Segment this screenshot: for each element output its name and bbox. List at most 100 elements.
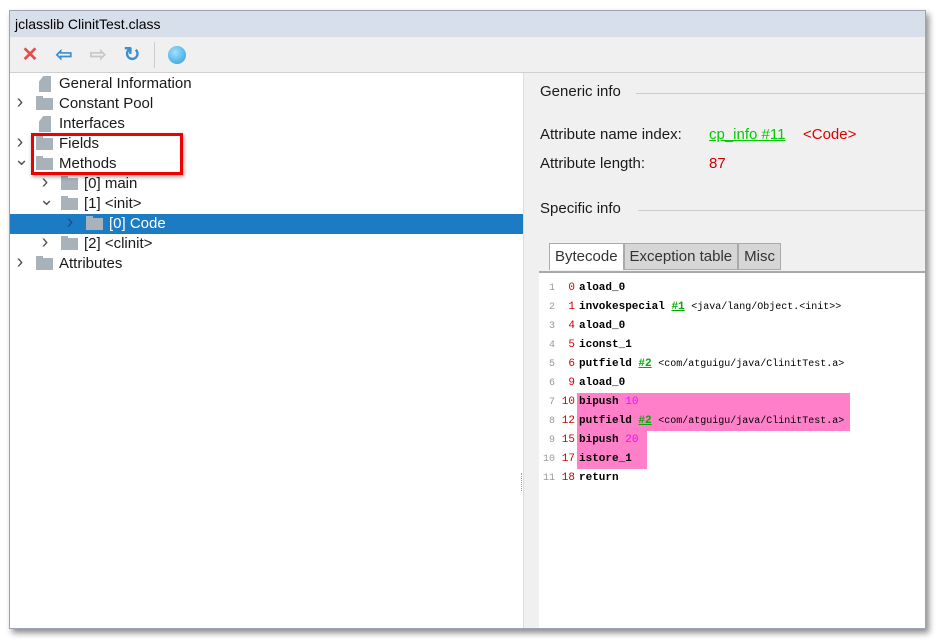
chevron-down-icon[interactable]: ⌄ (39, 189, 54, 209)
length-label: Attribute length: (540, 155, 646, 172)
instruction: iconst_1 (579, 339, 632, 351)
chevron-right-icon[interactable]: › (14, 92, 26, 112)
folder-icon (61, 176, 78, 190)
file-icon (39, 116, 51, 132)
name-index-value: <Code> (803, 126, 857, 143)
ref-comment: <com/atguigu/java/ClinitTest.a> (658, 416, 845, 427)
offset: 0 (568, 282, 575, 294)
line-number: 3 (548, 321, 555, 332)
instruction-group: aload_0 (579, 317, 625, 336)
instruction: aload_0 (579, 320, 626, 332)
instruction-group: aload_0 (579, 279, 625, 298)
instruction: return (579, 472, 619, 484)
tree-item[interactable]: › [0] main (10, 172, 523, 194)
chevron-right-icon[interactable]: › (39, 232, 51, 252)
operand: 20 (625, 434, 639, 446)
tree-item-label: [0] main (84, 175, 138, 192)
tree-item-label: Attributes (59, 255, 123, 272)
offset: 5 (568, 339, 575, 351)
ref-link[interactable]: #1 (671, 301, 684, 313)
instruction-group: bipush 20 (579, 431, 638, 450)
forward-icon[interactable]: ⇨ (86, 43, 110, 67)
tab-bar: Bytecode Exception table Misc (549, 243, 781, 270)
web-icon[interactable] (165, 43, 189, 67)
detail-pane: Generic info Attribute name index: cp_in… (521, 73, 925, 628)
tab-misc[interactable]: Misc (738, 243, 781, 270)
tree-item[interactable]: Interfaces (10, 114, 523, 134)
generic-info-title: Generic info (540, 83, 621, 100)
file-icon (39, 76, 51, 92)
bytecode-line: 7 10 bipush 10 (539, 393, 919, 412)
bytecode-line: 1 0 aload_0 (539, 279, 919, 298)
chevron-right-icon[interactable]: › (64, 212, 76, 232)
bytecode-line: 4 5 iconst_1 (539, 336, 919, 355)
tab-bytecode[interactable]: Bytecode (549, 243, 624, 270)
instruction-group: return (579, 469, 619, 488)
offset: 15 (561, 434, 575, 446)
refresh-icon[interactable]: ↻ (120, 43, 144, 67)
line-number: 5 (548, 359, 555, 370)
name-index-label: Attribute name index: (540, 126, 682, 143)
length-value: 87 (709, 155, 726, 172)
window-title: jclasslib ClinitTest.class (10, 11, 925, 37)
line-number: 11 (542, 473, 555, 484)
tree-item[interactable]: › [2] <clinit> (10, 232, 523, 254)
instruction-group: putfield #2 <com/atguigu/java/ClinitTest… (579, 355, 844, 374)
folder-icon (61, 196, 78, 210)
line-number: 6 (548, 378, 555, 389)
instruction-group: iconst_1 (579, 336, 632, 355)
tree-item[interactable]: General Information (10, 74, 523, 94)
splitter-handle[interactable] (521, 473, 524, 491)
instruction: istore_1 (579, 453, 632, 465)
bytecode-line: 2 1 invokespecial #1 <java/lang/Object.<in… (539, 298, 919, 317)
line-number: 1 (548, 283, 555, 294)
offset: 1 (568, 301, 575, 313)
ref-comment: <com/atguigu/java/ClinitTest.a> (658, 359, 845, 370)
instruction: bipush (579, 396, 619, 408)
folder-icon (61, 236, 78, 250)
ref-link[interactable]: #2 (638, 415, 651, 427)
bytecode-line: 6 9 aload_0 (539, 374, 919, 393)
ref-link[interactable]: #2 (638, 358, 651, 370)
jclasslib-window: jclasslib ClinitTest.class ✕ ⇦ ⇨ ↻ Gener… (9, 10, 926, 629)
tree-item[interactable]: › Constant Pool (10, 92, 523, 114)
tree-item[interactable]: › [0] Code (10, 212, 523, 234)
close-icon[interactable]: ✕ (18, 43, 42, 67)
bytecode-line: 9 15 bipush 20 (539, 431, 919, 450)
toolbar: ✕ ⇦ ⇨ ↻ (10, 37, 925, 73)
line-number: 10 (542, 454, 555, 465)
instruction: aload_0 (579, 282, 626, 294)
bytecode-line: 10 17 istore_1 (539, 450, 919, 469)
cp-info-link[interactable]: cp_info #11 (709, 126, 785, 143)
folder-icon (36, 96, 53, 110)
offset: 9 (568, 377, 575, 389)
tree-item-label: Constant Pool (59, 95, 154, 112)
instruction: putfield (579, 358, 632, 370)
chevron-right-icon[interactable]: › (14, 252, 26, 272)
line-number: 9 (548, 435, 555, 446)
tree-item[interactable]: › Attributes (10, 252, 523, 274)
back-icon[interactable]: ⇦ (52, 43, 76, 67)
tree-item[interactable]: ⌄ [1] <init> (10, 189, 523, 214)
offset: 17 (561, 453, 575, 465)
folder-icon (36, 256, 53, 270)
chevron-down-icon[interactable]: ⌄ (14, 149, 29, 169)
operand: 10 (625, 396, 639, 408)
instruction-group: aload_0 (579, 374, 625, 393)
divider (638, 210, 925, 211)
annotation-red-box (31, 133, 183, 175)
instruction-group: putfield #2 <com/atguigu/java/ClinitTest… (579, 412, 844, 431)
offset: 12 (561, 415, 575, 427)
offset: 18 (561, 472, 575, 484)
tab-exception-table[interactable]: Exception table (623, 243, 739, 270)
offset: 6 (568, 358, 575, 370)
specific-info-title: Specific info (540, 200, 621, 217)
instruction: invokespecial (579, 301, 665, 313)
line-number: 7 (548, 397, 555, 408)
bytecode-line: 3 4 aload_0 (539, 317, 919, 336)
tree-item-label: [2] <clinit> (84, 235, 153, 252)
folder-icon (86, 216, 103, 230)
instruction-group: invokespecial #1 <java/lang/Object.<init… (579, 298, 841, 317)
instruction-group: bipush 10 (579, 393, 638, 412)
divider (636, 93, 925, 94)
